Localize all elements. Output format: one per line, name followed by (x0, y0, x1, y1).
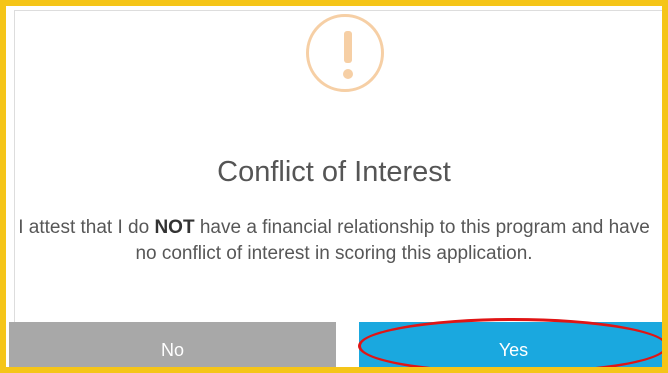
screenshot-frame: Conflict of Interest I attest that I do … (0, 0, 668, 373)
exclamation-dot (343, 69, 353, 79)
message-emphasis: NOT (154, 217, 195, 238)
dialog-top-border (14, 10, 662, 11)
no-button[interactable]: No (9, 322, 336, 367)
dialog-title: Conflict of Interest (217, 156, 451, 188)
yes-button[interactable]: Yes (359, 322, 662, 367)
message-text-start: I attest that I do (18, 217, 155, 238)
exclamation-warning-icon (306, 14, 384, 92)
exclamation-bar (344, 31, 352, 63)
dialog-message: I attest that I do NOT have a financial … (8, 215, 660, 267)
yes-button-label: Yes (498, 340, 529, 360)
message-text-end: have a financial relationship to this pr… (135, 217, 650, 264)
no-button-label: No (160, 340, 184, 360)
